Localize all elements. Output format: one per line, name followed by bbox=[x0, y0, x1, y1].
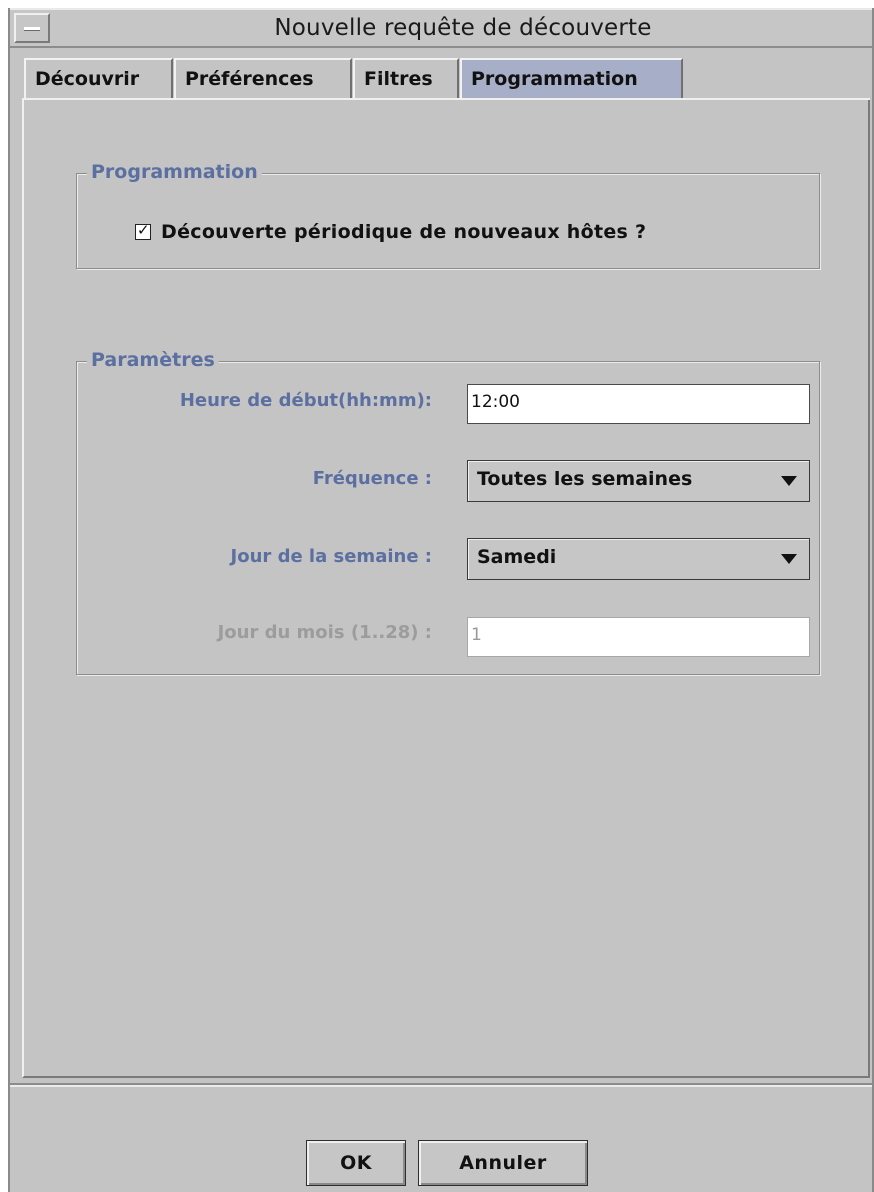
groupbox-programmation-title: Programmation bbox=[87, 161, 262, 183]
weekday-label: Jour de la semaine : bbox=[230, 546, 432, 567]
start-time-label-wrap: Heure de début(hh:mm): bbox=[77, 388, 432, 418]
start-time-label: Heure de début(hh:mm): bbox=[179, 390, 432, 411]
frequency-selected-value: Toutes les semaines bbox=[477, 468, 693, 490]
start-time-input[interactable]: 12:00 bbox=[467, 384, 810, 424]
month-day-input: 1 bbox=[467, 617, 810, 657]
weekday-select[interactable]: Samedi bbox=[467, 538, 810, 580]
tab-preferences[interactable]: Préférences bbox=[174, 58, 352, 98]
month-day-label-wrap: Jour du mois (1..28) : bbox=[77, 620, 432, 650]
tab-decouvrir[interactable]: Découvrir bbox=[24, 58, 173, 98]
chevron-down-icon[interactable] bbox=[781, 554, 797, 564]
button-area-separator bbox=[10, 1083, 874, 1087]
groupbox-parametres-title: Paramètres bbox=[87, 349, 219, 371]
window-menu-bar bbox=[24, 27, 40, 31]
title-bar[interactable]: Nouvelle requête de découverte bbox=[10, 8, 874, 48]
window-menu-icon[interactable] bbox=[14, 13, 50, 43]
periodic-discovery-checkbox[interactable]: ✓ Découverte périodique de nouveaux hôte… bbox=[135, 221, 646, 243]
frequency-label: Fréquence : bbox=[312, 468, 432, 489]
cancel-button[interactable]: Annuler bbox=[418, 1140, 588, 1186]
ok-button[interactable]: OK bbox=[306, 1140, 406, 1186]
tab-programmation[interactable]: Programmation bbox=[460, 58, 683, 98]
window-title: Nouvelle requête de découverte bbox=[274, 15, 652, 41]
chevron-down-icon[interactable] bbox=[781, 476, 797, 486]
month-day-label: Jour du mois (1..28) : bbox=[217, 622, 432, 643]
checkmark-icon: ✓ bbox=[137, 221, 150, 239]
frequency-select[interactable]: Toutes les semaines bbox=[467, 460, 810, 502]
weekday-label-wrap: Jour de la semaine : bbox=[77, 544, 432, 574]
dialog-window: Nouvelle requête de découverte Découvrir… bbox=[8, 8, 874, 1192]
groupbox-programmation: Programmation ✓ Découverte périodique de… bbox=[76, 161, 820, 269]
tab-filtres[interactable]: Filtres bbox=[353, 58, 459, 98]
periodic-discovery-label[interactable]: Découverte périodique de nouveaux hôtes … bbox=[161, 221, 646, 243]
frequency-label-wrap: Fréquence : bbox=[77, 466, 432, 496]
tab-panel-programmation: Programmation ✓ Découverte périodique de… bbox=[22, 100, 870, 1078]
groupbox-parametres: Paramètres Heure de début(hh:mm): 12:00 … bbox=[76, 349, 820, 675]
checkbox-box[interactable]: ✓ bbox=[135, 221, 151, 240]
weekday-selected-value: Samedi bbox=[477, 546, 557, 568]
